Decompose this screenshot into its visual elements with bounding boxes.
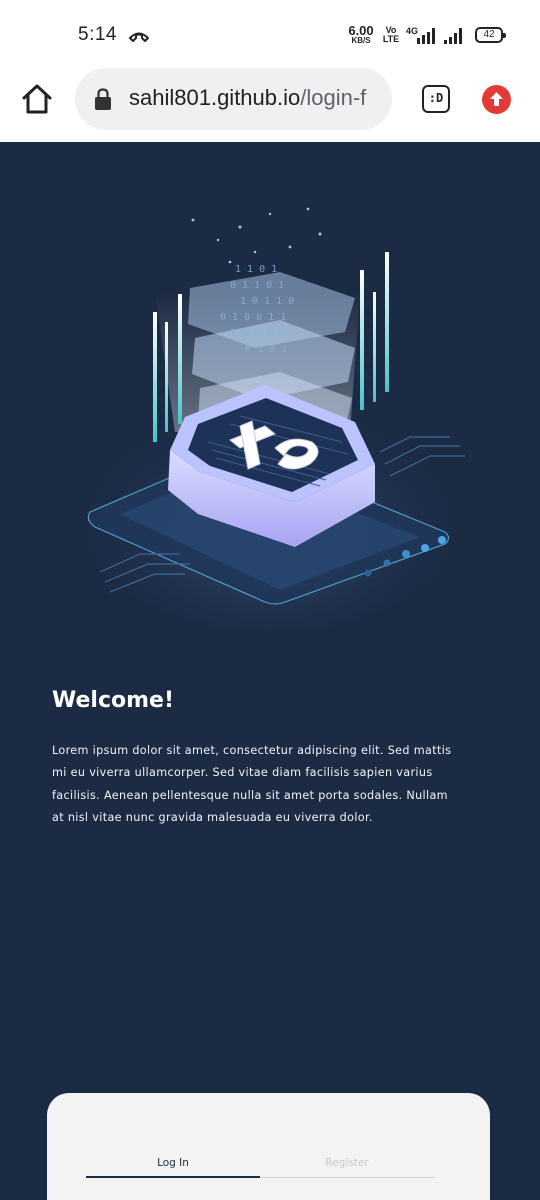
tab-active-indicator xyxy=(86,1176,260,1178)
svg-text:0 1 0 0 1 1: 0 1 0 0 1 1 xyxy=(220,312,286,323)
svg-text:0 1 1 0 1: 0 1 1 0 1 xyxy=(230,280,284,291)
tab-divider xyxy=(260,1177,435,1178)
login-card: Log In Register xyxy=(47,1093,490,1200)
upload-icon[interactable] xyxy=(482,85,511,114)
home-icon[interactable] xyxy=(20,82,54,116)
url-text[interactable]: sahil801.github.io/login-f xyxy=(129,85,366,111)
hero-illustration: 1 1 0 1 0 1 1 0 1 1 0 1 1 0 0 1 0 0 1 1 … xyxy=(80,207,470,632)
svg-text:0 1 0 1: 0 1 0 1 xyxy=(245,344,287,355)
login-page: 1 1 0 1 0 1 1 0 1 1 0 1 1 0 0 1 0 0 1 1 … xyxy=(0,142,540,1200)
welcome-title: Welcome! xyxy=(52,688,174,713)
call-end-icon xyxy=(129,32,149,42)
tab-login[interactable]: Log In xyxy=(86,1157,260,1169)
status-bar: 5:14 6.00 KB/S Vo LTE 4G 42 xyxy=(0,0,540,66)
status-time: 5:14 xyxy=(78,24,117,45)
tabs-icon[interactable]: :D xyxy=(422,85,450,113)
browser-toolbar: sahil801.github.io/login-f :D xyxy=(0,66,540,142)
network-speed: 6.00 KB/S xyxy=(348,23,374,45)
signal-icon xyxy=(417,28,435,44)
battery-icon: 42 xyxy=(475,27,506,43)
svg-text:1 0 0 1 0: 1 0 0 1 0 xyxy=(230,328,284,339)
lock-icon xyxy=(95,88,111,110)
svg-text:1 1 0 1: 1 1 0 1 xyxy=(235,264,277,275)
signal-icon xyxy=(444,28,462,44)
address-bar[interactable]: sahil801.github.io/login-f xyxy=(75,68,392,130)
welcome-text: Lorem ipsum dolor sit amet, consectetur … xyxy=(52,744,452,825)
tab-register[interactable]: Register xyxy=(260,1157,434,1169)
volte-indicator: Vo LTE xyxy=(382,25,400,44)
svg-text:1 0 1 1 0: 1 0 1 1 0 xyxy=(240,296,294,307)
